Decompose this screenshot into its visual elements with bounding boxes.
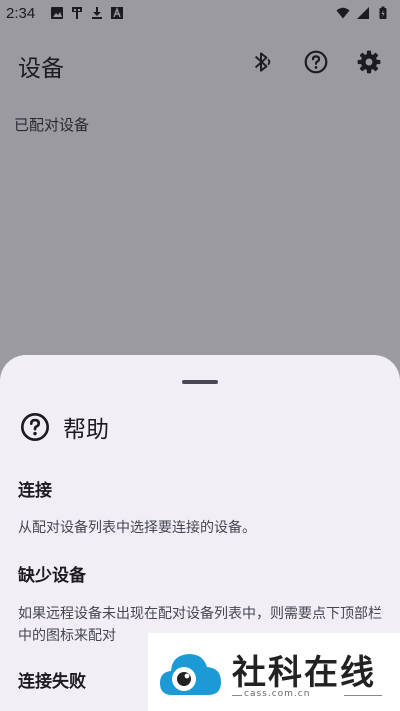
watermark-url: cass.com.cn bbox=[244, 689, 311, 699]
section-body-connect: 从配对设备列表中选择要连接的设备。 bbox=[18, 520, 256, 536]
help-icon bbox=[304, 50, 328, 74]
watermark-divider-right bbox=[344, 695, 382, 696]
section-title-connect: 连接 bbox=[18, 481, 52, 501]
watermark: 社科在线 cass.com.cn bbox=[148, 633, 400, 711]
app-bar: 设备 bbox=[0, 28, 400, 98]
download-icon bbox=[92, 7, 102, 19]
help-icon bbox=[21, 413, 49, 441]
section-title-missing-device: 缺少设备 bbox=[18, 566, 86, 586]
status-bar: 2:34 bbox=[0, 0, 400, 28]
page-title: 设备 bbox=[18, 56, 64, 82]
image-icon bbox=[51, 7, 63, 19]
help-button[interactable] bbox=[302, 48, 330, 76]
status-time: 2:34 bbox=[6, 5, 36, 22]
settings-icon bbox=[357, 50, 381, 74]
cloud-logo-icon bbox=[160, 654, 221, 695]
wifi-icon bbox=[336, 7, 350, 19]
help-title: 帮助 bbox=[63, 417, 109, 443]
text-a-icon bbox=[111, 7, 123, 19]
battery-icon bbox=[379, 6, 387, 19]
watermark-divider-left bbox=[232, 695, 242, 696]
drag-handle[interactable] bbox=[182, 380, 218, 384]
settings-button[interactable] bbox=[355, 48, 383, 76]
paired-devices-header: 已配对设备 bbox=[14, 116, 90, 134]
help-header: 帮助 bbox=[19, 410, 109, 444]
bluetooth-icon bbox=[254, 52, 271, 72]
status-icons-left bbox=[50, 6, 124, 20]
usb-icon bbox=[72, 7, 82, 19]
section-title-connection-failed: 连接失败 bbox=[18, 672, 86, 692]
status-icons-right bbox=[336, 6, 390, 20]
bluetooth-button[interactable] bbox=[247, 48, 275, 76]
signal-icon bbox=[357, 7, 369, 19]
watermark-text: 社科在线 bbox=[232, 653, 376, 693]
